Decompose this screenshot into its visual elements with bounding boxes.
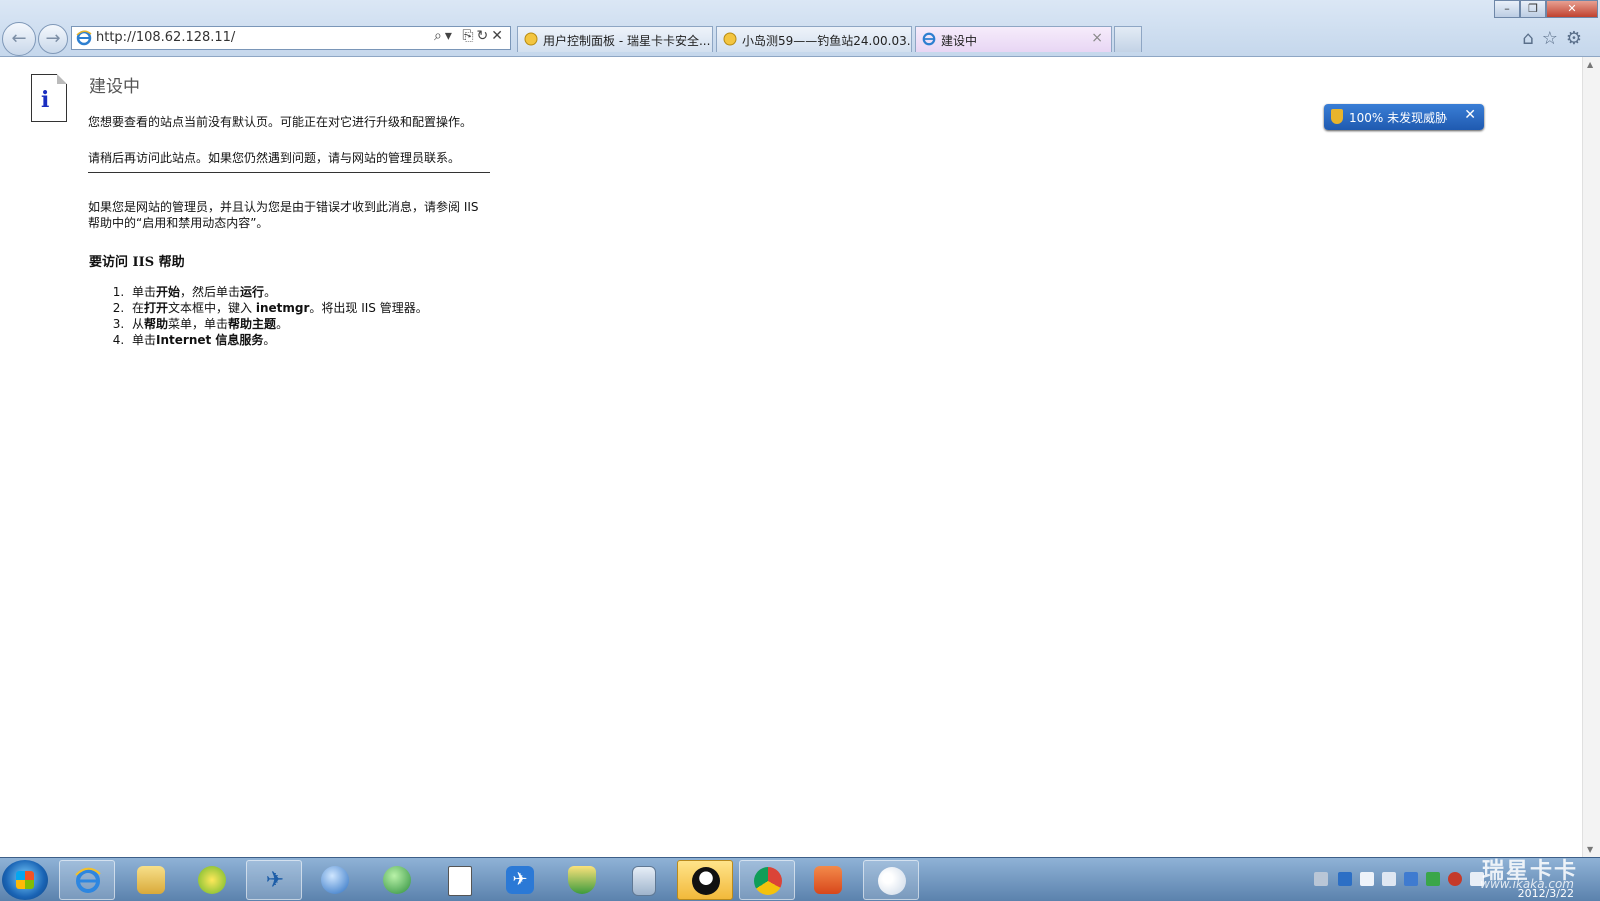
vertical-scrollbar[interactable]: ▲ ▼: [1582, 57, 1600, 857]
taskbar-calculator[interactable]: [615, 860, 671, 900]
address-url[interactable]: http://108.62.128.11/: [96, 30, 235, 45]
close-icon[interactable]: ✕: [1464, 107, 1476, 123]
umbrella-icon[interactable]: [1426, 872, 1440, 886]
tab-under-construction[interactable]: 建设中 ×: [915, 26, 1112, 52]
rising-tab-icon: [524, 32, 538, 46]
forward-button[interactable]: →: [38, 24, 68, 54]
ie-page-icon: [76, 30, 92, 46]
internet-explorer-icon: [75, 867, 101, 893]
iis-help-heading: 要访问 IIS 帮助: [89, 255, 185, 270]
no-default-page-text: 您想要查看的站点当前没有默认页。可能正在对它进行升级和配置操作。: [88, 115, 473, 129]
start-button[interactable]: [2, 860, 48, 900]
taskbar-app-3[interactable]: [184, 860, 240, 900]
clock-date[interactable]: 2012/3/22: [1518, 887, 1574, 900]
taskbar-app-5[interactable]: [307, 860, 363, 900]
tab-close-icon[interactable]: ×: [1091, 30, 1103, 46]
shield-security-icon: [568, 866, 596, 894]
back-button[interactable]: ←: [2, 22, 36, 56]
plane-app-icon: ✈: [506, 866, 534, 894]
iis-help-steps: 单击开始，然后单击运行。 在打开文本框中，键入 inetmgr。将出现 IIS …: [88, 284, 428, 348]
qq-penguin-icon: [692, 867, 720, 895]
system-tray: 瑞星卡卡 www.ikaka.com 2012/3/22: [1280, 858, 1600, 901]
green-yellow-app-icon: [198, 866, 226, 894]
home-favorites-tools-icons[interactable]: ⌂☆⚙: [1522, 28, 1590, 49]
browser-chrome: ← → http://108.62.128.11/ ⌕▾ ⎘↻✕ 用户控制面板 …: [0, 0, 1600, 57]
network-icon[interactable]: [1382, 872, 1396, 886]
chrome-icon: [754, 867, 782, 895]
taskbar-paint[interactable]: [863, 860, 919, 900]
admin-note-line2: 帮助中的“启用和禁用动态内容”。: [88, 216, 269, 230]
tab-label: 小岛测59——钓鱼站24.00.03....: [742, 34, 912, 48]
taskbar-qq[interactable]: [677, 860, 733, 900]
download-globe-icon: [383, 866, 411, 894]
address-tools-icons[interactable]: ⌕▾ ⎘↻✕: [434, 28, 506, 44]
list-item: 在打开文本框中，键入 inetmgr。将出现 IIS 管理器。: [128, 300, 428, 316]
close-window-button[interactable]: ✕: [1546, 0, 1598, 18]
taskbar-app-4[interactable]: ✈: [246, 860, 302, 900]
tray-app-icon[interactable]: [1338, 872, 1352, 886]
scroll-up-icon[interactable]: ▲: [1587, 60, 1593, 69]
security-status-label: 100% 未发现威胁: [1349, 111, 1448, 125]
restore-button[interactable]: ❐: [1520, 0, 1546, 18]
scroll-down-icon[interactable]: ▼: [1587, 845, 1593, 854]
orange-app-icon: [814, 866, 842, 894]
taskbar-app-6[interactable]: [369, 860, 425, 900]
list-item: 从帮助菜单，单击帮助主题。: [128, 316, 428, 332]
taskbar-chrome[interactable]: [739, 860, 795, 900]
taskbar-ie[interactable]: [59, 860, 115, 900]
folder-icon: [137, 866, 165, 894]
shield-tray-icon[interactable]: [1404, 872, 1418, 886]
security-status-popup[interactable]: 100% 未发现威胁 ✕: [1324, 104, 1484, 130]
windows-logo-icon: [16, 871, 34, 889]
tab-label: 用户控制面板 - 瑞星卡卡安全...: [543, 34, 711, 48]
address-bar[interactable]: http://108.62.128.11/ ⌕▾ ⎘↻✕: [71, 26, 511, 50]
flag-icon[interactable]: [1360, 872, 1374, 886]
forward-arrow-icon: →: [45, 28, 61, 49]
info-document-icon: i: [31, 74, 67, 122]
tab-phishing-site[interactable]: 小岛测59——钓鱼站24.00.03....: [716, 26, 912, 52]
bird-icon: ✈: [265, 868, 285, 893]
minimize-button[interactable]: –: [1494, 0, 1520, 18]
taskbar-app-13[interactable]: [800, 860, 856, 900]
media-player-icon: [321, 866, 349, 894]
divider: [88, 172, 490, 173]
taskbar: ✈ ✈ 瑞星卡卡 www.ikaka.com 2012/3/22: [0, 857, 1600, 901]
retry-later-text: 请稍后再访问此站点。如果您仍然遇到问题，请与网站的管理员联系。: [88, 151, 461, 165]
tab-user-panel[interactable]: 用户控制面板 - 瑞星卡卡安全...: [517, 26, 713, 52]
paint-palette-icon: [878, 867, 906, 895]
rising-tab-icon: [723, 32, 737, 46]
taskbar-app-8[interactable]: ✈: [492, 860, 548, 900]
calculator-icon: [632, 866, 656, 896]
document-icon: [448, 866, 472, 896]
taskbar-app-7[interactable]: [431, 860, 487, 900]
ie-tab-icon: [922, 32, 936, 46]
back-arrow-icon: ←: [11, 28, 27, 49]
new-tab-button[interactable]: [1114, 26, 1142, 52]
page-title: 建设中: [89, 77, 140, 97]
list-item: 单击Internet 信息服务。: [128, 332, 428, 348]
taskbar-explorer[interactable]: [123, 860, 179, 900]
list-item: 单击开始，然后单击运行。: [128, 284, 428, 300]
shield-icon: [1331, 109, 1343, 124]
admin-note-line1: 如果您是网站的管理员，并且认为您是由于错误才收到此消息，请参阅 IIS: [88, 200, 479, 214]
tab-label: 建设中: [941, 34, 978, 48]
taskbar-app-9[interactable]: [554, 860, 610, 900]
qq-tray-icon[interactable]: [1448, 872, 1462, 886]
keyboard-icon[interactable]: [1314, 872, 1328, 886]
